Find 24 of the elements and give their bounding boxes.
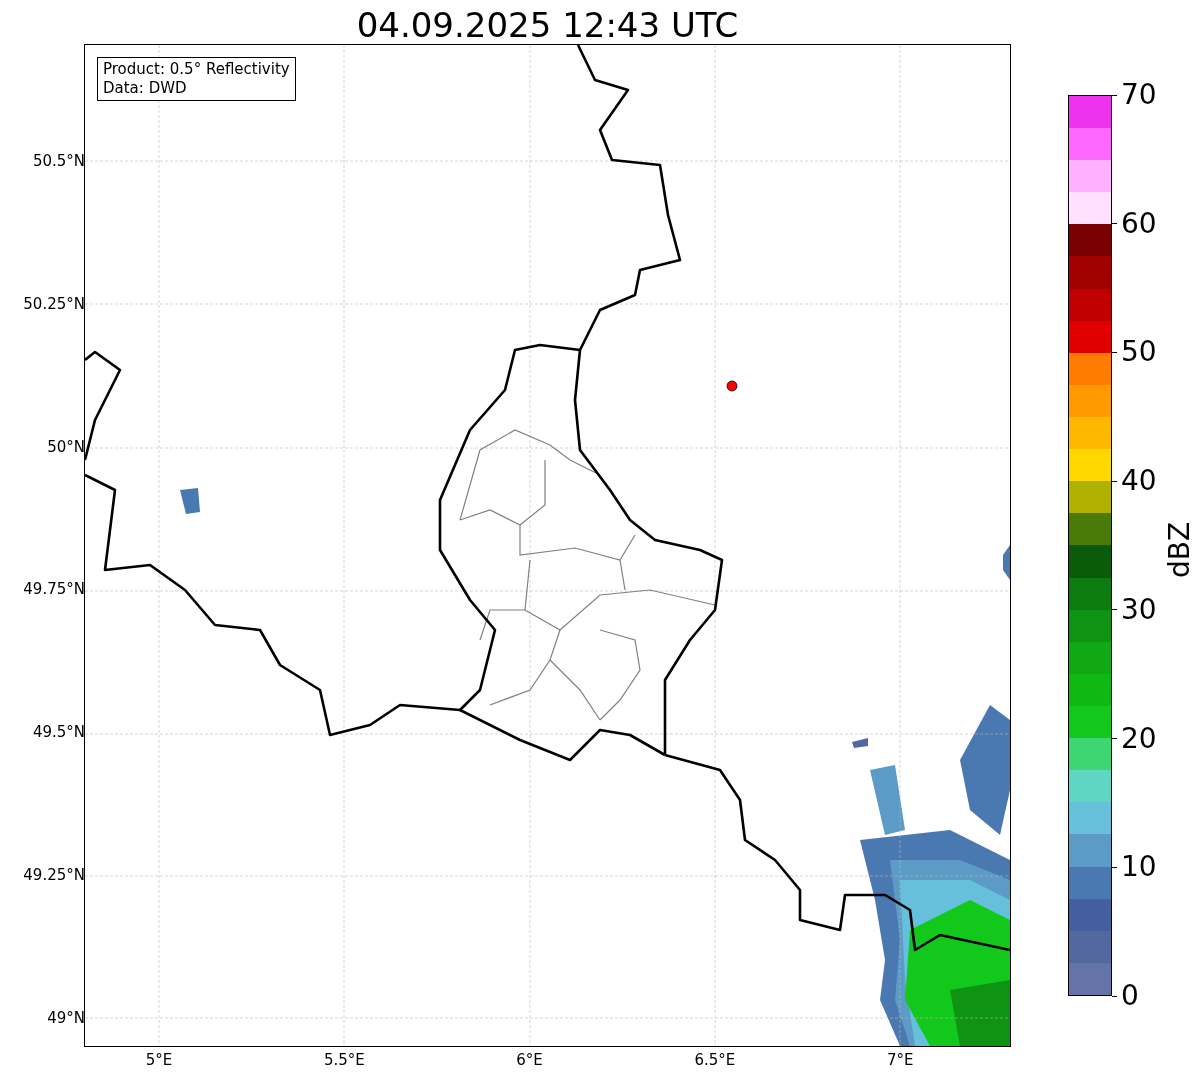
x-tick-label: 7°E: [886, 1050, 914, 1070]
colorbar-tick-label: 10: [1121, 852, 1157, 883]
y-tick-label: 50.25°N: [23, 293, 85, 314]
colorbar-tick-label: 30: [1121, 594, 1157, 625]
x-tick-label: 6°E: [516, 1050, 543, 1070]
colorbar-tick-label: 20: [1121, 723, 1157, 754]
colorbar-tick-label: 0: [1121, 981, 1139, 1011]
y-tick-label: 49.25°N: [23, 865, 85, 885]
chart-title: 04.09.2025 12:43 UTC: [355, 4, 740, 46]
x-tick-label: 5°E: [145, 1050, 173, 1070]
colorbar-tick-label: 60: [1121, 208, 1157, 239]
info-text: Data: DWD: [103, 79, 188, 98]
colorbar-tick-label: 70: [1121, 80, 1157, 110]
y-tick-label: 50.5°N: [32, 151, 85, 171]
y-tick-label: 49.5°N: [32, 722, 85, 743]
colorbar-tick-label: 40: [1121, 466, 1157, 497]
y-tick-label: 49.75°N: [23, 579, 85, 600]
colorbar-tick-label: 50: [1121, 337, 1157, 368]
info-text: Product: 0.5° Reflectivity: [103, 60, 290, 79]
x-tick-label: 5.5°E: [323, 1050, 365, 1070]
y-tick-label: 49°N: [47, 1007, 85, 1028]
colorbar-label: dBZ: [1164, 521, 1196, 579]
y-tick-label: 50°N: [47, 436, 85, 457]
x-tick-label: 6.5°E: [694, 1050, 736, 1070]
